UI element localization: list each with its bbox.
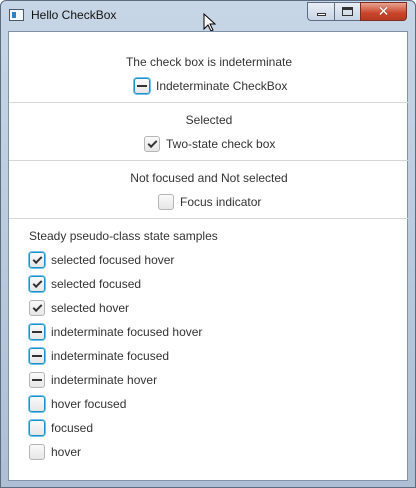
checkbox-checked-icon [29, 300, 45, 316]
close-button[interactable]: ✕ [360, 2, 407, 21]
checkbox-checked-icon [144, 136, 160, 152]
checkbox-label: indeterminate focused [51, 349, 170, 363]
checkbox-unchecked-icon [29, 396, 45, 412]
checkbox-label: indeterminate focused hover [51, 325, 203, 339]
minimize-icon [316, 13, 326, 16]
checkbox-label: focused [51, 421, 94, 435]
checkbox-checked-icon [29, 252, 45, 268]
checkbox-label: selected focused hover [51, 253, 175, 267]
sample-checkbox[interactable]: indeterminate hover [29, 372, 157, 388]
sample-checkbox[interactable]: focused [29, 420, 93, 436]
indeterminate-checkbox[interactable]: Indeterminate CheckBox [134, 78, 287, 94]
checkbox-unchecked-icon [29, 420, 45, 436]
focus-indicator-checkbox[interactable]: Focus indicator [158, 194, 261, 210]
checkbox-label: indeterminate hover [51, 373, 158, 387]
indeterminate-section-label: The check box is indeterminate [125, 55, 293, 69]
checkbox-label: Focus indicator [180, 195, 262, 209]
app-window: Hello CheckBox ✕ The check box is indete… [0, 0, 416, 488]
checkbox-label: selected hover [51, 301, 130, 315]
checkbox-unchecked-icon [158, 194, 174, 210]
checkbox-unchecked-icon [29, 444, 45, 460]
sample-checkbox[interactable]: selected focused hover [29, 252, 174, 268]
sample-checkbox[interactable]: indeterminate focused [29, 348, 169, 364]
close-icon: ✕ [377, 3, 390, 20]
separator [9, 218, 409, 219]
sample-checkbox[interactable]: hover [29, 444, 81, 460]
checkbox-label: hover [51, 445, 82, 459]
selected-section-label: Selected [185, 113, 233, 127]
app-icon [9, 9, 24, 21]
minimize-button[interactable] [307, 2, 335, 21]
maximize-button[interactable] [334, 2, 361, 21]
checkbox-checked-icon [29, 276, 45, 292]
sample-checkbox[interactable]: indeterminate focused hover [29, 324, 202, 340]
window-title: Hello CheckBox [31, 8, 117, 22]
checkbox-indeterminate-icon [134, 78, 150, 94]
checkbox-label: selected focused [51, 277, 142, 291]
maximize-icon [342, 7, 353, 16]
checkbox-indeterminate-icon [29, 372, 45, 388]
checkbox-label: Two-state check box [166, 137, 276, 151]
mouse-cursor-icon [203, 13, 217, 32]
checkbox-label: hover focused [51, 397, 127, 411]
checkbox-indeterminate-icon [29, 348, 45, 364]
checkbox-label: Indeterminate CheckBox [156, 79, 288, 93]
separator [9, 102, 409, 103]
two-state-checkbox[interactable]: Two-state check box [144, 136, 275, 152]
content-area: The check box is indeterminate Indetermi… [8, 31, 409, 481]
not-focused-section-label: Not focused and Not selected [130, 171, 288, 185]
sample-checkbox[interactable]: hover focused [29, 396, 126, 412]
separator [9, 160, 409, 161]
samples-heading: Steady pseudo-class state samples [29, 229, 218, 243]
checkbox-indeterminate-icon [29, 324, 45, 340]
sample-checkbox[interactable]: selected hover [29, 300, 129, 316]
sample-checkbox[interactable]: selected focused [29, 276, 141, 292]
